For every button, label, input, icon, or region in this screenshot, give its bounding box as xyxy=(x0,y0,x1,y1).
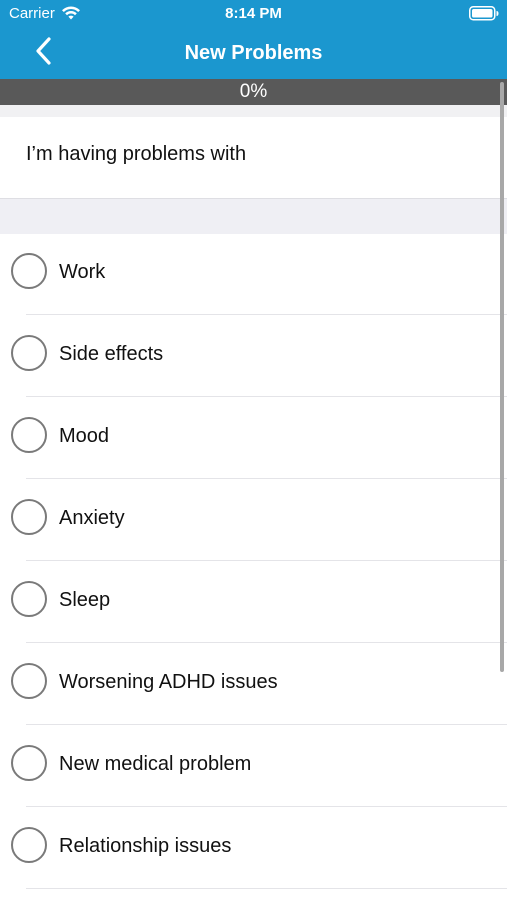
option-worsening-adhd-issues[interactable]: Worsening ADHD issues xyxy=(0,643,507,725)
radio-button[interactable] xyxy=(11,499,47,535)
question-top-band xyxy=(0,105,507,117)
radio-button[interactable] xyxy=(11,253,47,289)
option-sleep[interactable]: Sleep xyxy=(0,561,507,643)
option-label: Side effects xyxy=(59,343,164,365)
radio-button[interactable] xyxy=(11,663,47,699)
option-label: Anxiety xyxy=(59,507,125,529)
option-anxiety[interactable]: Anxiety xyxy=(0,479,507,561)
radio-button[interactable] xyxy=(11,581,47,617)
option-label: New medical problem xyxy=(59,753,252,775)
page-title: New Problems xyxy=(184,42,323,64)
scrollbar[interactable] xyxy=(500,82,504,672)
app-header: Carrier 8:14 PM New Problems xyxy=(0,0,507,79)
progress-label: 0% xyxy=(239,81,268,102)
status-time: 8:14 PM xyxy=(225,5,282,22)
radio-button[interactable] xyxy=(11,827,47,863)
option-label: Relationship issues xyxy=(59,835,232,857)
section-divider xyxy=(0,198,507,234)
question-text: I’m having problems with xyxy=(26,143,247,165)
navigation-bar: New Problems xyxy=(0,28,507,79)
progress-bar: 0% xyxy=(0,79,507,105)
option-new-medical-problem[interactable]: New medical problem xyxy=(0,725,507,807)
radio-button[interactable] xyxy=(11,745,47,781)
option-label: Sleep xyxy=(59,589,111,611)
option-side-effects[interactable]: Side effects xyxy=(0,315,507,397)
option-label: Mood xyxy=(59,425,110,447)
radio-button[interactable] xyxy=(11,335,47,371)
option-work[interactable]: Work xyxy=(0,233,507,315)
status-bar: Carrier 8:14 PM xyxy=(0,0,507,28)
option-mood[interactable]: Mood xyxy=(0,397,507,479)
option-label: Work xyxy=(59,261,106,283)
option-label: Worsening ADHD issues xyxy=(59,671,278,693)
battery-full-icon xyxy=(469,6,499,21)
radio-button[interactable] xyxy=(11,417,47,453)
options-list: Work Side effects Mood Anxiety Sleep Wor… xyxy=(0,233,507,889)
option-relationship-issues[interactable]: Relationship issues xyxy=(0,807,507,889)
